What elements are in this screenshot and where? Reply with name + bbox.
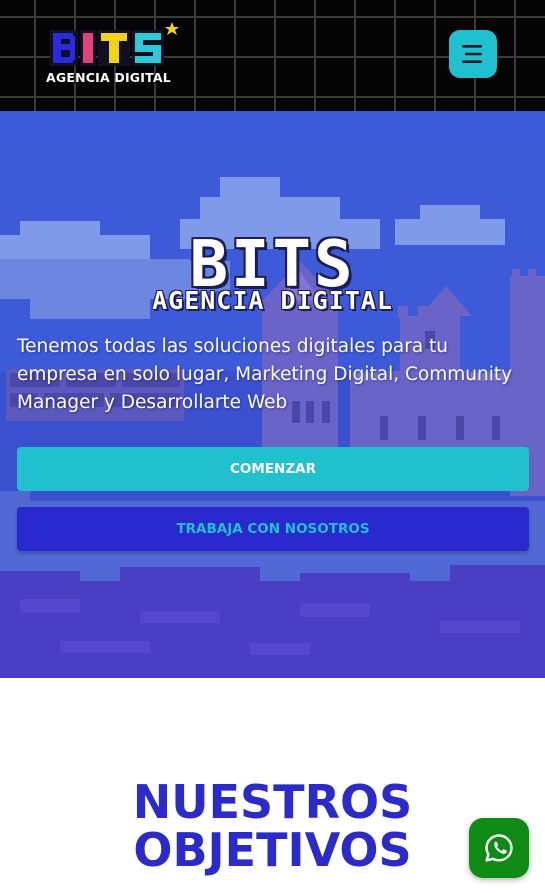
hero-description: Tenemos todas las soluciones digitales p…: [17, 336, 513, 413]
menu-toggle-button[interactable]: [449, 30, 497, 78]
hero-subtitle: AGENCIA DIGITAL: [152, 286, 393, 315]
objetivos-heading-line1: NUESTROS: [132, 775, 413, 829]
trabaja-con-nosotros-button[interactable]: TRABAJA CON NOSOTROS: [17, 507, 529, 551]
objetivos-heading: NUESTROS OBJETIVOS: [0, 778, 545, 874]
site-header: AGENCIA DIGITAL: [0, 0, 545, 111]
hero-section: BITS AGENCIA DIGITAL Tenemos todas las s…: [0, 111, 545, 678]
comenzar-button[interactable]: COMENZAR: [17, 447, 529, 491]
bits-logo-letters: [50, 22, 179, 66]
whatsapp-icon: [485, 834, 513, 862]
objetivos-heading-line2: OBJETIVOS: [133, 823, 412, 877]
bits-logo[interactable]: AGENCIA DIGITAL: [46, 22, 186, 92]
logo-caption: AGENCIA DIGITAL: [46, 70, 171, 85]
whatsapp-button[interactable]: [469, 818, 529, 878]
hamburger-menu-icon: [462, 45, 482, 63]
